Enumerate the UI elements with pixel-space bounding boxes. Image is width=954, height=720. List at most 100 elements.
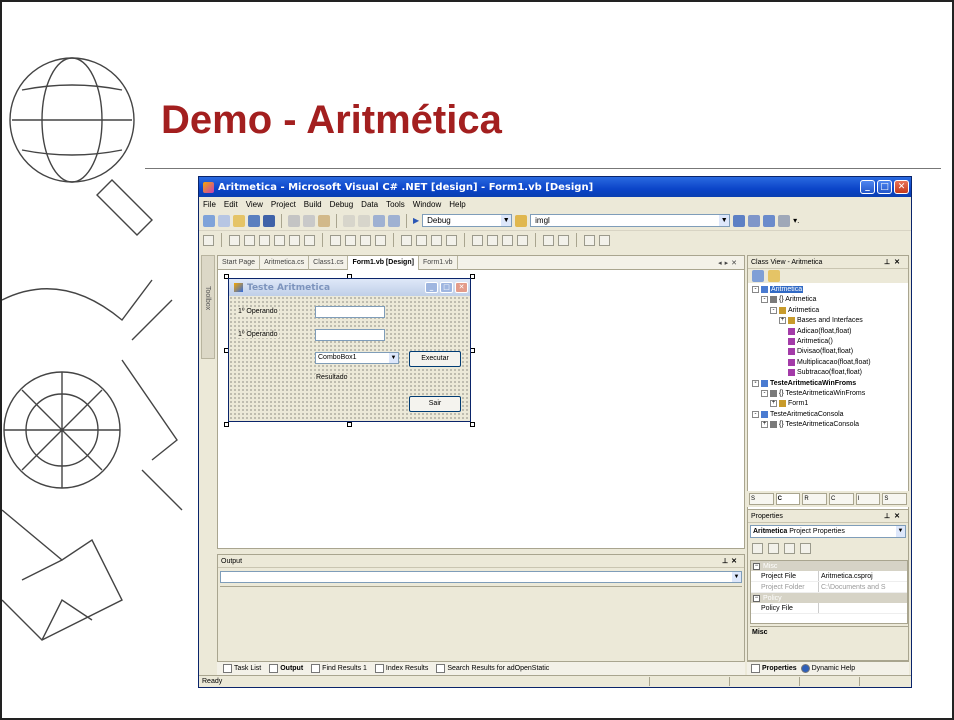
tab-form1-design[interactable]: Form1.vb [Design] — [348, 255, 419, 270]
tab-index[interactable]: I — [855, 493, 881, 505]
tab-task-list[interactable]: Task List — [223, 664, 261, 673]
vertical-spacing-remove-icon[interactable] — [517, 234, 528, 246]
center-horizontally-icon[interactable] — [543, 234, 554, 246]
open-icon[interactable] — [233, 214, 245, 227]
menu-data[interactable]: Data — [361, 200, 378, 209]
property-row[interactable]: Project File Aritmetica.csproj — [751, 571, 907, 582]
textbox-operando-1[interactable] — [315, 306, 385, 318]
tree-node[interactable]: - TesteAritmeticaConsola — [752, 410, 844, 418]
collapse-icon[interactable]: - — [752, 379, 759, 387]
label-resultado[interactable]: Resultado — [315, 374, 349, 381]
collapse-icon[interactable]: − — [753, 562, 760, 570]
label-operando-2[interactable]: 1º Operando — [237, 331, 279, 338]
property-pages-icon[interactable] — [784, 542, 795, 554]
align-lefts-icon[interactable] — [229, 234, 240, 246]
tab-solution-explorer[interactable]: S — [749, 493, 774, 505]
collapse-icon[interactable]: − — [753, 594, 760, 602]
tab-form1-vb[interactable]: Form1.vb — [419, 255, 458, 270]
menu-help[interactable]: Help — [449, 200, 465, 209]
tree-node[interactable]: + Form1 — [770, 400, 808, 408]
expand-icon[interactable]: + — [770, 400, 777, 408]
toolbox-tab[interactable]: Toolbox — [201, 255, 215, 359]
properties-window-icon[interactable] — [748, 214, 761, 227]
tab-class1-cs[interactable]: Class1.cs — [309, 255, 349, 270]
tree-node[interactable]: Aritmetica() — [788, 338, 833, 345]
add-item-icon[interactable] — [218, 214, 230, 227]
tree-node[interactable]: - {} TesteAritmeticaWinFroms — [761, 390, 865, 397]
align-centers-icon[interactable] — [244, 234, 255, 246]
horizontal-spacing-increase-icon[interactable] — [416, 234, 427, 246]
tab-search-results[interactable]: Search Results for adOpenStatic — [436, 664, 549, 673]
make-same-height-icon[interactable] — [345, 234, 356, 246]
tree-node[interactable]: Divisao(float,float) — [788, 348, 853, 356]
collapse-icon[interactable]: - — [752, 410, 759, 418]
collapse-icon[interactable]: - — [761, 296, 768, 304]
menu-project[interactable]: Project — [271, 200, 296, 209]
label-operando-1[interactable]: 1º Operando — [237, 308, 279, 315]
paste-icon[interactable] — [318, 214, 330, 227]
exit-button[interactable]: Sair — [409, 396, 461, 412]
property-row[interactable]: Policy File — [751, 603, 907, 614]
object-selector-combo[interactable]: Aritmetica Project Properties ▼ — [750, 525, 906, 538]
sort-by-icon[interactable] — [752, 270, 764, 282]
property-row[interactable]: Project Folder C:\Documents and S — [751, 582, 907, 593]
tab-find-results[interactable]: Find Results 1 — [311, 664, 367, 673]
undo-icon[interactable] — [343, 214, 355, 227]
tab-search[interactable]: S — [882, 493, 908, 505]
window-titlebar[interactable]: Aritmetica - Microsoft Visual C# .NET [d… — [199, 177, 911, 197]
tab-scroll-close-icon[interactable]: ◂▸✕ — [718, 259, 744, 267]
menu-edit[interactable]: Edit — [224, 200, 238, 209]
category-policy[interactable]: − Policy — [751, 593, 907, 603]
solution-config-combo[interactable]: Debug ▼ — [422, 214, 513, 227]
align-tops-icon[interactable] — [274, 234, 285, 246]
solution-explorer-icon[interactable] — [733, 214, 746, 227]
menu-view[interactable]: View — [246, 200, 263, 209]
menu-build[interactable]: Build — [304, 200, 322, 209]
expand-icon[interactable]: + — [779, 317, 786, 325]
new-project-icon[interactable] — [203, 214, 215, 227]
navigate-forward-icon[interactable] — [388, 214, 400, 227]
output-text[interactable] — [220, 586, 742, 659]
toolbar-options-icon[interactable]: ▾. — [793, 216, 799, 225]
close-button[interactable]: ✕ — [894, 180, 909, 194]
property-value[interactable] — [819, 603, 907, 613]
execute-button[interactable]: Executar — [409, 351, 461, 367]
align-bottoms-icon[interactable] — [304, 234, 315, 246]
minimize-button[interactable]: _ — [860, 180, 875, 194]
expand-icon[interactable]: + — [761, 421, 768, 429]
tree-node[interactable]: - Aritmetica — [752, 286, 804, 293]
collapse-icon[interactable]: - — [752, 286, 759, 293]
tree-node[interactable]: Adicao(float,float) — [788, 327, 851, 335]
designer-form[interactable]: Teste Aritmetica _ □ ✕ 1º Operando 1º Op… — [228, 278, 471, 422]
tab-resource-view[interactable]: R — [802, 493, 828, 505]
pin-close-icon[interactable]: ⊥✕ — [884, 512, 908, 520]
align-rights-icon[interactable] — [259, 234, 270, 246]
maximize-button[interactable]: □ — [877, 180, 892, 194]
category-misc[interactable]: − Misc — [751, 561, 907, 571]
make-same-width-icon[interactable] — [330, 234, 341, 246]
property-value[interactable]: C:\Documents and S — [819, 582, 907, 592]
toolbox-icon[interactable] — [763, 214, 776, 227]
tree-node[interactable]: Multiplicacao(float,float) — [788, 358, 871, 366]
make-same-size-icon[interactable] — [360, 234, 371, 246]
copy-icon[interactable] — [303, 214, 315, 227]
menu-window[interactable]: Window — [413, 200, 441, 209]
tree-node[interactable]: - TesteAritmeticaWinFroms — [752, 379, 856, 387]
bring-to-front-icon[interactable] — [584, 234, 595, 246]
center-vertically-icon[interactable] — [558, 234, 569, 246]
tab-output[interactable]: Output — [269, 664, 303, 673]
pin-close-icon[interactable]: ⊥✕ — [884, 258, 908, 266]
events-icon[interactable] — [800, 542, 811, 554]
collapse-icon[interactable]: - — [770, 306, 777, 314]
vertical-spacing-decrease-icon[interactable] — [502, 234, 513, 246]
pin-close-icon[interactable]: ⊥✕ — [722, 557, 744, 565]
menu-tools[interactable]: Tools — [386, 200, 405, 209]
vertical-spacing-increase-icon[interactable] — [487, 234, 498, 246]
tree-node[interactable]: - Aritmetica — [770, 306, 819, 314]
tab-class-view[interactable]: C — [775, 493, 801, 505]
align-middles-icon[interactable] — [289, 234, 300, 246]
redo-icon[interactable] — [358, 214, 370, 227]
find-combo[interactable]: imgl ▼ — [530, 214, 731, 227]
size-to-grid-icon[interactable] — [375, 234, 386, 246]
horizontal-spacing-decrease-icon[interactable] — [431, 234, 442, 246]
